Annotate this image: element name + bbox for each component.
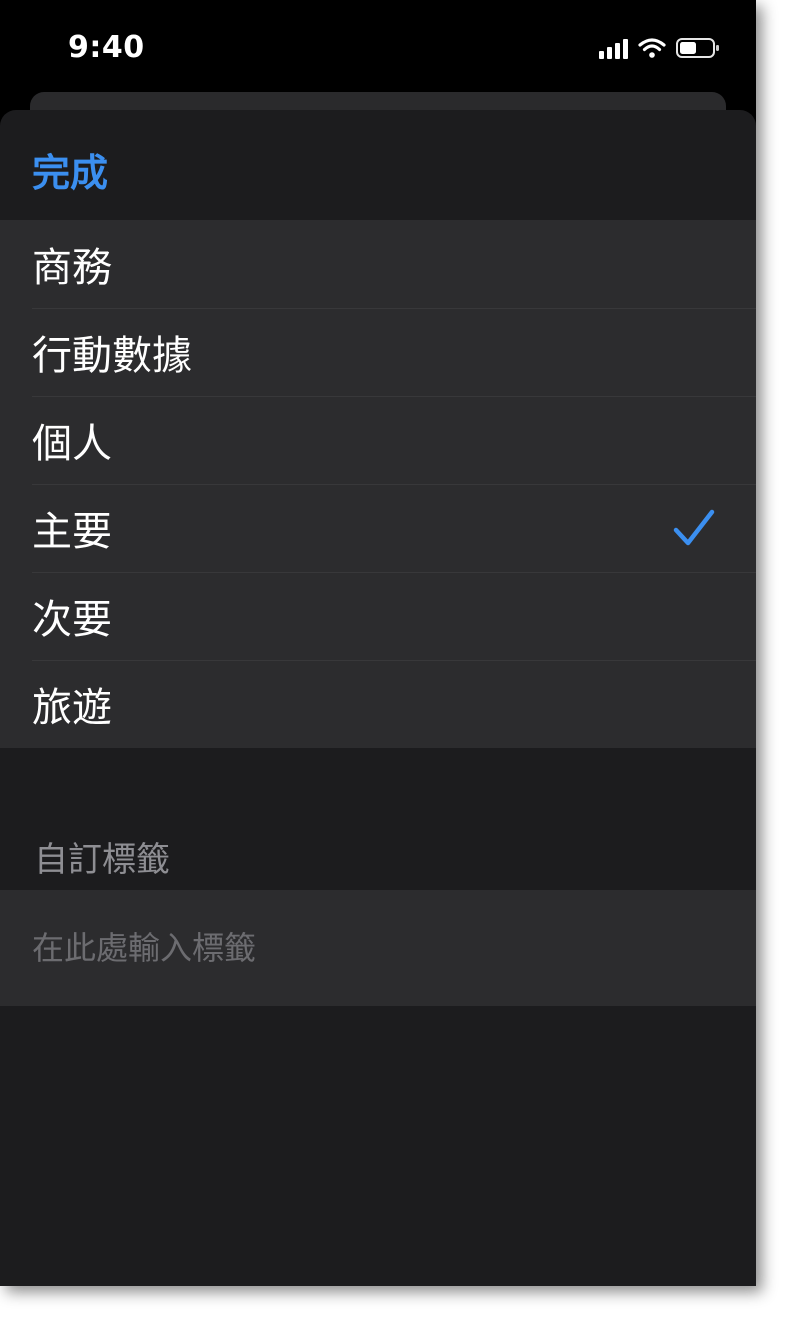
- battery-icon: [676, 37, 720, 59]
- custom-label-row: [0, 890, 756, 1006]
- list-item-label: 行動數據: [32, 333, 192, 379]
- status-icons: [599, 34, 720, 62]
- list-item-label: 主要: [32, 509, 112, 555]
- wifi-icon: [638, 37, 666, 59]
- list-item-label: 旅遊: [32, 685, 112, 731]
- list-item-label: 個人: [32, 421, 112, 467]
- list-item-primary[interactable]: 主要: [0, 484, 756, 572]
- list-item-personal[interactable]: 個人: [0, 396, 756, 484]
- label-picker-sheet: 完成 商務 行動數據 個人 主要 次要 旅遊 自訂標籤 在此處輸入標籤: [0, 110, 756, 1286]
- custom-label-input[interactable]: [32, 929, 712, 967]
- label-list: 商務 行動數據 個人 主要 次要 旅遊: [0, 220, 756, 748]
- status-bar: 9:40: [0, 0, 756, 95]
- done-button[interactable]: 完成: [32, 142, 108, 197]
- list-item-label: 商務: [32, 245, 112, 291]
- status-time: 9:40: [68, 30, 145, 65]
- checkmark-icon: [672, 506, 716, 554]
- list-item-label: 次要: [32, 597, 112, 643]
- list-item-secondary[interactable]: 次要: [0, 572, 756, 660]
- signal-icon: [599, 37, 628, 59]
- custom-label-section-title: 自訂標籤: [34, 840, 170, 880]
- phone-screen: 9:40 完成 商務 行動數據 個人 主要 次要 旅遊 自訂標籤 在此處輸入標籤: [0, 0, 756, 1286]
- list-item-mobile-data[interactable]: 行動數據: [0, 308, 756, 396]
- list-item-travel[interactable]: 旅遊: [0, 660, 756, 748]
- list-item-business[interactable]: 商務: [0, 220, 756, 308]
